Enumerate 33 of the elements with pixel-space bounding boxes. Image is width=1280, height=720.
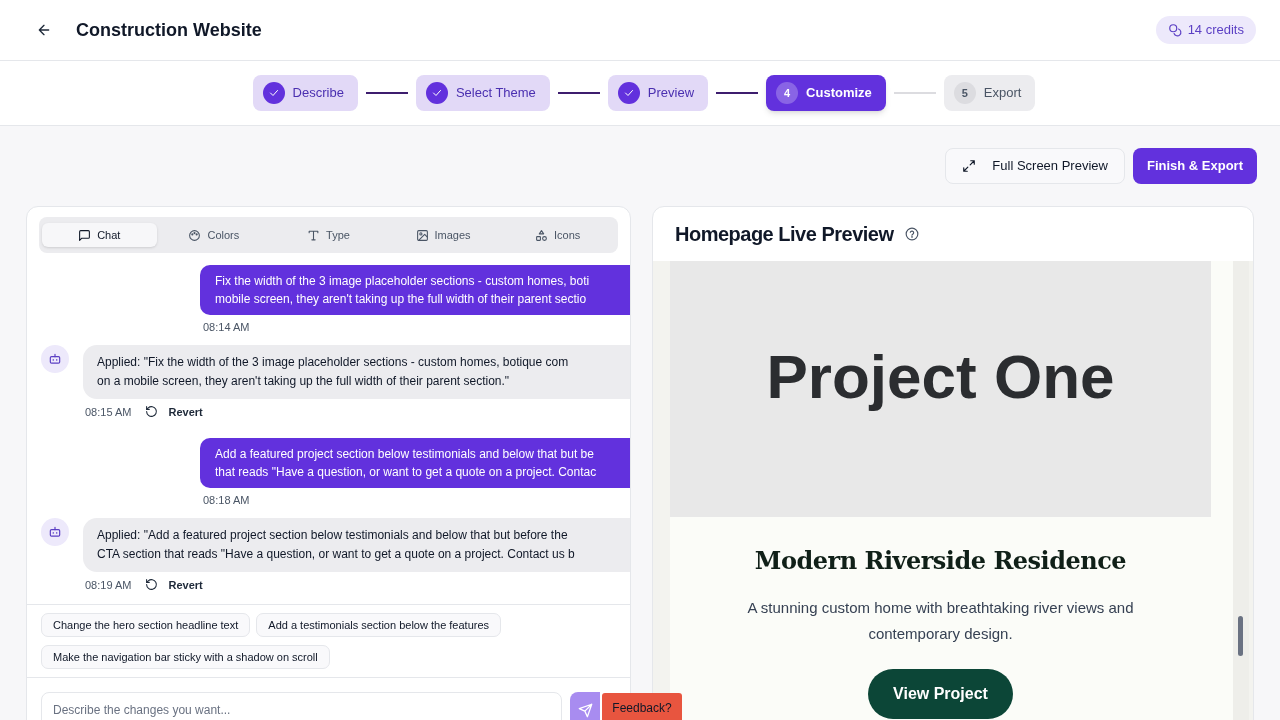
- tab[interactable]: Chat: [42, 223, 157, 247]
- credits-badge: 14 credits: [1155, 16, 1256, 44]
- preview-title: Homepage Live Preview: [675, 222, 894, 247]
- step-tab[interactable]: 4 Customize: [766, 75, 886, 111]
- step-tab[interactable]: Preview: [607, 75, 709, 111]
- step-tab[interactable]: 5 Export: [943, 75, 1036, 111]
- user-message: Add a featured project section below testimonials and below that but be that reads "Have a question, or want to get a quote on a project. Contac: [200, 438, 630, 488]
- revert-button[interactable]: Revert: [145, 403, 203, 420]
- message-time: 08:15 AM: [85, 404, 132, 420]
- tab[interactable]: Type: [271, 223, 386, 247]
- tab[interactable]: Colors: [156, 223, 272, 247]
- tab[interactable]: Images: [385, 223, 501, 247]
- message-time: 08:18 AM: [203, 493, 250, 508]
- message-input[interactable]: Describe the changes you want...: [41, 692, 562, 720]
- project-description: A stunning custom home with breathtaking river views and contemporary design.: [746, 598, 1135, 644]
- step-tab[interactable]: Select Theme: [415, 75, 550, 111]
- suggestion-chip[interactable]: Change the hero section headline text: [41, 613, 251, 637]
- message-time: 08:19 AM: [85, 577, 132, 593]
- assistant-message: Applied: "Add a featured project section below testimonials and below that but before the CTA section that reads "Have a question, or want to get a quote on a project. Contact us b: [83, 517, 630, 572]
- assistant-message: Applied: "Fix the width of the 3 image placeholder sections - custom homes, botique com on a mobile screen, they aren't taking up the full width of their parent section.": [83, 344, 630, 399]
- feedback-button[interactable]: Feedback?: [602, 693, 682, 720]
- view-project-button[interactable]: View Project: [868, 669, 1013, 719]
- suggestion-chip[interactable]: Add a testimonials section below the features: [256, 613, 502, 637]
- suggestion-chip[interactable]: Make the navigation bar sticky with a shadow on scroll: [41, 645, 330, 669]
- message-time: 08:14 AM: [203, 320, 250, 335]
- full-screen-preview-button[interactable]: Full Screen Preview: [945, 148, 1125, 184]
- project-heading: Modern Riverside Residence: [754, 545, 1127, 577]
- revert-button[interactable]: Revert: [145, 576, 203, 593]
- user-message: Fix the width of the 3 image placeholder sections - custom homes, boti mobile screen, they aren't taking up the full width of their parent sectio: [200, 265, 630, 315]
- project-title: Construction Website: [76, 18, 262, 42]
- tab[interactable]: Icons: [500, 223, 615, 247]
- finish-export-button[interactable]: Finish & Export: [1132, 148, 1257, 184]
- step-tab[interactable]: Describe: [252, 75, 358, 111]
